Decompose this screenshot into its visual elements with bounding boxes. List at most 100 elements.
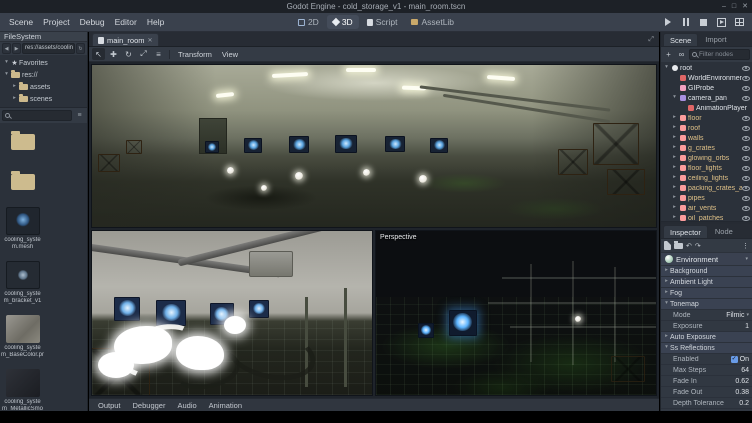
file-item-mesh[interactable]: cooling_system.mesh — [1, 207, 44, 251]
section-background[interactable]: Background — [661, 266, 752, 277]
list-select-tool-button[interactable] — [152, 48, 165, 60]
file-item-texture[interactable]: cooling_system_BaseColor.pn — [1, 315, 44, 359]
filesystem-title[interactable]: FileSystem — [0, 32, 87, 42]
tree-item-scenes[interactable]: scenes — [0, 93, 87, 105]
expand-arrow-icon[interactable] — [671, 185, 678, 191]
reload-icon[interactable]: ↻ — [76, 43, 85, 54]
scene-node[interactable]: floor_lights — [661, 163, 752, 173]
menu-help[interactable]: Help — [142, 17, 169, 27]
close-button[interactable]: ✕ — [742, 3, 748, 10]
scene-node[interactable]: packing_crates_and — [661, 183, 752, 193]
expand-arrow-icon[interactable] — [671, 125, 678, 131]
minimize-button[interactable]: – — [722, 3, 726, 10]
expand-arrow-icon[interactable] — [671, 115, 678, 121]
expand-arrow-icon[interactable] — [671, 95, 678, 101]
bottom-tab-animation[interactable]: Animation — [204, 401, 247, 410]
section-ss-reflections[interactable]: Ss Reflections — [661, 343, 752, 354]
expand-arrow-icon[interactable] — [3, 60, 10, 66]
history-back-icon[interactable]: ↶ — [686, 242, 692, 250]
object-menu-icon[interactable]: ⋮ — [742, 242, 749, 250]
section-tonemap[interactable]: Tonemap — [661, 299, 752, 310]
expand-arrow-icon[interactable] — [671, 165, 678, 171]
exposure-spinner[interactable]: 1 — [745, 323, 749, 330]
viewport-bottom-right-perspective[interactable]: Perspective — [375, 230, 657, 396]
file-item-folder[interactable] — [1, 167, 44, 197]
fade-out-spinner[interactable]: 0.38 — [735, 389, 749, 396]
visibility-eye-icon[interactable] — [742, 96, 750, 101]
nav-forward-icon[interactable]: ▶ — [12, 43, 21, 54]
menu-scene[interactable]: Scene — [4, 17, 38, 27]
bottom-tab-debugger[interactable]: Debugger — [128, 401, 171, 410]
enabled-checkbox[interactable] — [731, 356, 738, 363]
visibility-eye-icon[interactable] — [742, 216, 750, 221]
max-steps-spinner[interactable]: 64 — [741, 367, 749, 374]
scene-tab-main-room[interactable]: main_room — [92, 33, 159, 46]
expand-arrow-icon[interactable] — [3, 72, 10, 78]
scale-tool-button[interactable] — [137, 48, 150, 60]
close-tab-icon[interactable] — [148, 37, 153, 44]
scene-node[interactable]: ceiling_lights — [661, 173, 752, 183]
section-ambient-light[interactable]: Ambient Light — [661, 277, 752, 288]
tab-import[interactable]: Import — [699, 33, 732, 46]
distraction-free-icon[interactable]: ⤢ — [648, 33, 656, 46]
scene-node[interactable]: oil_patches — [661, 213, 752, 222]
filter-nodes-input[interactable] — [699, 50, 749, 59]
move-tool-button[interactable] — [107, 48, 120, 60]
visibility-eye-icon[interactable] — [742, 156, 750, 161]
visibility-eye-icon[interactable] — [742, 146, 750, 151]
fade-in-spinner[interactable]: 0.62 — [735, 378, 749, 385]
viewport-bottom-left[interactable] — [91, 230, 373, 396]
expand-arrow-icon[interactable] — [663, 65, 670, 71]
tree-item-res[interactable]: res:// — [0, 69, 87, 81]
visibility-eye-icon[interactable] — [742, 116, 750, 121]
visibility-eye-icon[interactable] — [742, 206, 750, 211]
visibility-eye-icon[interactable] — [742, 86, 750, 91]
scene-node[interactable]: AnimationPlayer — [661, 103, 752, 113]
expand-arrow-icon[interactable] — [671, 135, 678, 141]
workspace-tab-2d[interactable]: 2D — [292, 15, 325, 29]
viewport-main-perspective[interactable] — [91, 64, 657, 228]
scene-node[interactable]: GIProbe — [661, 83, 752, 93]
search-files-input[interactable] — [2, 110, 72, 121]
section-auto-exposure[interactable]: Auto Exposure — [661, 332, 752, 343]
scene-node[interactable]: WorldEnvironment — [661, 73, 752, 83]
rotate-tool-button[interactable] — [122, 48, 135, 60]
file-item-mesh[interactable]: cooling_system_bracket_v1 — [1, 261, 44, 305]
scene-node-root[interactable]: root — [661, 63, 752, 73]
tab-node[interactable]: Node — [709, 225, 739, 238]
bottom-tab-audio[interactable]: Audio — [172, 401, 201, 410]
expand-arrow-icon[interactable] — [671, 215, 678, 221]
visibility-eye-icon[interactable] — [742, 186, 750, 191]
add-node-icon[interactable]: + — [663, 49, 674, 60]
new-resource-icon[interactable] — [664, 241, 671, 250]
scene-node[interactable]: glowing_orbs — [661, 153, 752, 163]
scene-node[interactable]: roof — [661, 123, 752, 133]
depth-tolerance-spinner[interactable]: 0.2 — [739, 400, 749, 407]
scene-node[interactable]: air_vents — [661, 203, 752, 213]
play-custom-scene-button[interactable] — [733, 16, 746, 29]
scene-node[interactable]: g_crates — [661, 143, 752, 153]
scene-node[interactable]: walls — [661, 133, 752, 143]
environment-resource-row[interactable]: Environment — [661, 252, 752, 266]
scene-node[interactable]: camera_pan — [661, 93, 752, 103]
play-button[interactable] — [661, 16, 674, 29]
expand-arrow-icon[interactable] — [671, 155, 678, 161]
transform-menu[interactable]: Transform — [174, 50, 216, 59]
bottom-tab-output[interactable]: Output — [93, 401, 126, 410]
expand-arrow-icon[interactable] — [671, 205, 678, 211]
instance-scene-icon[interactable]: ∞ — [676, 49, 687, 60]
visibility-eye-icon[interactable] — [742, 76, 750, 81]
mode-dropdown[interactable]: Filmic — [726, 312, 749, 319]
load-resource-icon[interactable] — [674, 243, 683, 249]
history-forward-icon[interactable]: ↷ — [695, 242, 701, 250]
scene-node[interactable]: pipes — [661, 193, 752, 203]
expand-arrow-icon[interactable] — [671, 145, 678, 151]
visibility-eye-icon[interactable] — [742, 196, 750, 201]
workspace-tab-assetlib[interactable]: AssetLib — [405, 15, 460, 29]
tab-inspector[interactable]: Inspector — [663, 225, 708, 238]
view-menu[interactable]: View — [218, 50, 242, 59]
menu-debug[interactable]: Debug — [75, 17, 110, 27]
expand-arrow-icon[interactable] — [11, 96, 18, 102]
menu-editor[interactable]: Editor — [110, 17, 142, 27]
menu-project[interactable]: Project — [38, 17, 74, 27]
